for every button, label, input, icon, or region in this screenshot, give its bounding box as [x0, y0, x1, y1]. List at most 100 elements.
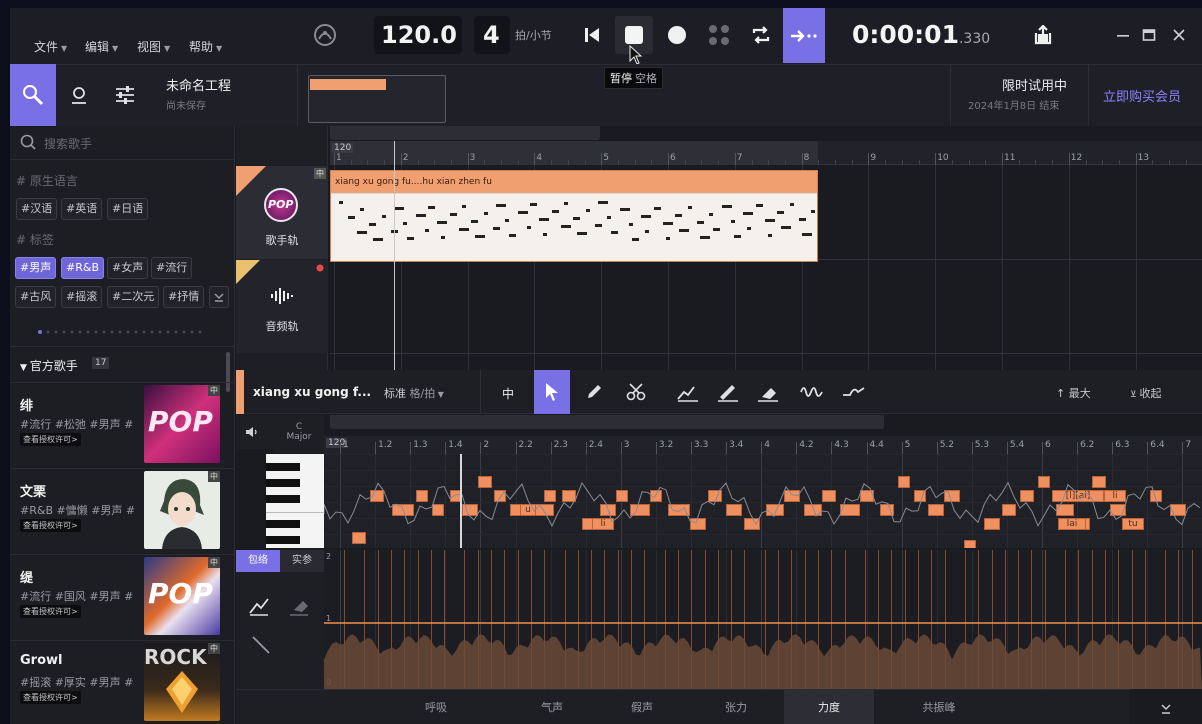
mini-note: [679, 229, 689, 232]
tag-japanese[interactable]: #日语: [107, 198, 149, 220]
param-line-icon[interactable]: [250, 634, 272, 656]
search-input[interactable]: 搜索歌手: [44, 135, 92, 152]
singer-card-growl[interactable]: Growl #摇滚 #厚实 #男声 # 查看授权许可> ROCK 中: [10, 640, 235, 724]
tag-pop[interactable]: #流行: [151, 257, 193, 279]
overview-minimap[interactable]: [308, 75, 446, 123]
pitch-pen-tool[interactable]: [710, 370, 746, 414]
preview-sound-button[interactable]: [236, 415, 274, 449]
beat-number: 5.4: [1009, 440, 1025, 450]
tag-male[interactable]: #男声: [15, 257, 57, 279]
key-signature-select[interactable]: C Major: [274, 415, 324, 453]
param-collapse-button[interactable]: [1130, 689, 1202, 724]
tag-acg[interactable]: #二次元: [107, 286, 160, 308]
pitch-erase-tool[interactable]: [750, 370, 786, 414]
mini-note: [424, 229, 429, 232]
search-bar[interactable]: 搜索歌手: [10, 126, 235, 160]
metronome-icon[interactable]: [306, 16, 344, 54]
license-link[interactable]: 查看授权许可>: [20, 519, 81, 532]
beat-number: 1: [343, 440, 349, 450]
param-erase-icon[interactable]: [288, 596, 312, 616]
timeline-ruler[interactable]: 120 1 2 3 4 5 6 7 8 9 10 11 12 13: [330, 141, 1202, 165]
menu-edit[interactable]: 编辑 ▼: [85, 38, 118, 55]
beats-display[interactable]: 4: [474, 16, 510, 54]
editor-scrollbar[interactable]: [330, 415, 884, 429]
tag-rnb[interactable]: #R&B: [61, 257, 104, 279]
collapse-editor-button[interactable]: ⊻ 收起: [1130, 385, 1161, 401]
param-tab-real[interactable]: 实参: [280, 550, 324, 572]
track-singer[interactable]: 中 POP 歌手轨: [236, 166, 328, 259]
singer-card-wenli[interactable]: 文栗 #R&B #慵懒 #男声 # 查看授权许可> 中: [10, 468, 235, 552]
mixer-tab[interactable]: [102, 64, 148, 126]
singer-avatar: POP 中: [144, 385, 220, 463]
vibrato-tool[interactable]: [794, 370, 830, 414]
param-tab-envelope[interactable]: 包络: [236, 550, 280, 572]
singer-name: 缇: [20, 571, 34, 586]
expand-tags-button[interactable]: [209, 286, 229, 308]
tag-female[interactable]: #女声: [107, 257, 149, 279]
record-button[interactable]: [658, 16, 696, 54]
loop-button[interactable]: [742, 16, 780, 54]
bar-number: 5: [603, 153, 609, 163]
license-link[interactable]: 查看授权许可>: [20, 433, 81, 446]
menu-view[interactable]: 视图 ▼: [137, 38, 170, 55]
tag-ancient[interactable]: #古风: [15, 286, 57, 308]
license-link[interactable]: 查看授权许可>: [20, 691, 81, 704]
tag-rock[interactable]: #摇滚: [61, 286, 103, 308]
smooth-tool[interactable]: [836, 370, 872, 414]
singer-card-fei[interactable]: 绯 #流行 #松弛 #男声 # 查看授权许可> POP 中: [10, 382, 235, 466]
beat-number: 3: [623, 440, 630, 450]
mini-note: [619, 208, 630, 211]
tab-falsetto[interactable]: 假声: [612, 690, 672, 724]
scissors-tool[interactable]: [618, 370, 654, 414]
tempo-marker[interactable]: 120: [332, 143, 354, 153]
menu-help[interactable]: 帮助 ▼: [189, 38, 222, 55]
skip-start-button[interactable]: [573, 16, 611, 54]
export-icon: [1034, 25, 1052, 45]
export-button[interactable]: [1024, 16, 1062, 54]
track-color-corner: [236, 260, 260, 284]
tag-chinese[interactable]: #汉语: [16, 198, 58, 220]
piano-roll-grid[interactable]: u li [l][ai] lai li tu: [324, 454, 1202, 548]
follow-playhead-button[interactable]: [783, 8, 825, 63]
tempo-display[interactable]: 120.0: [374, 16, 462, 54]
buy-membership-link[interactable]: 立即购买会员: [1103, 86, 1181, 105]
count-in-button[interactable]: [700, 16, 738, 54]
tab-breath[interactable]: 呼吸: [406, 690, 466, 724]
mini-note: [764, 219, 775, 222]
tag-lyrical[interactable]: #抒情: [163, 286, 205, 308]
singer-card-ti[interactable]: 缇 #流行 #国风 #男声 # 查看授权许可> POP 中: [10, 554, 235, 638]
singer-library-tab[interactable]: [10, 64, 56, 126]
tab-formant[interactable]: 共振峰: [904, 690, 974, 724]
quantize-select[interactable]: 标准 格/拍 ▼: [384, 385, 444, 401]
pitch-draw-tool[interactable]: [670, 370, 706, 414]
tab-air[interactable]: 气声: [522, 690, 582, 724]
license-link[interactable]: 查看授权许可>: [20, 605, 81, 618]
page-dots[interactable]: [36, 329, 216, 335]
pencil-tool[interactable]: [576, 370, 612, 414]
official-singers-header[interactable]: ▼ 官方歌手: [20, 357, 78, 374]
menu-file[interactable]: 文件 ▼: [34, 38, 67, 55]
bar-number: 7: [736, 153, 743, 163]
select-tool[interactable]: [534, 370, 570, 414]
user-tab[interactable]: [56, 64, 102, 126]
project-name[interactable]: 未命名工程: [166, 75, 231, 94]
record-arm-icon[interactable]: [316, 264, 324, 272]
singer-clip[interactable]: xiang xu gong fu....hu xian zhen fu: [330, 170, 818, 262]
editor-ruler[interactable]: 120 1 1.2 1.3 1.4 2 2.2 2.3 2.4 3 3.2 3.3 3.4 4 4.2 4.…: [324, 436, 1202, 454]
horizontal-scrollbar[interactable]: [330, 126, 600, 140]
tab-dynamics[interactable]: 力度: [784, 690, 874, 724]
tab-tension[interactable]: 张力: [706, 690, 766, 724]
parameter-lane[interactable]: 2 1 0: [324, 550, 1202, 689]
tag-english[interactable]: #英语: [61, 198, 103, 220]
close-button[interactable]: [1160, 16, 1198, 54]
track-audio[interactable]: 音频轨: [236, 260, 328, 353]
singer-panel: 搜索歌手 # 原生语言 #汉语 #英语 #日语 # 标签 #男声 #R&B #女…: [10, 126, 235, 724]
lyric-lang-select[interactable]: 中: [502, 385, 514, 402]
maximize-editor-button[interactable]: ↑ 最大: [1056, 385, 1091, 401]
param-draw-icon[interactable]: [248, 596, 272, 616]
editor-playhead[interactable]: [460, 454, 462, 548]
pitch-pen-icon: [718, 385, 738, 402]
editor-clip-name[interactable]: xiang xu gong f...: [253, 385, 371, 399]
piano-keyboard[interactable]: [266, 454, 324, 548]
playhead[interactable]: [394, 141, 395, 371]
